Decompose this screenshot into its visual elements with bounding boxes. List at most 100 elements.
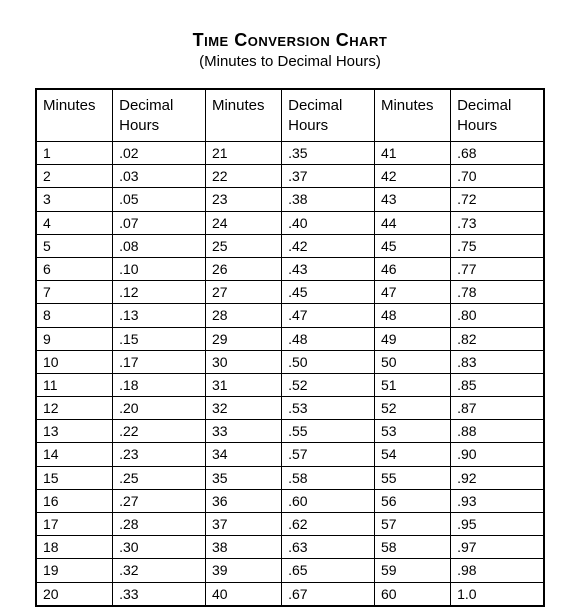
table-cell: .83 bbox=[451, 350, 544, 373]
table-cell: 23 bbox=[205, 188, 281, 211]
table-cell: .90 bbox=[451, 443, 544, 466]
table-cell: .98 bbox=[451, 559, 544, 582]
table-cell: .43 bbox=[282, 257, 375, 280]
table-cell: 40 bbox=[205, 582, 281, 605]
col-header-minutes: Minutes bbox=[374, 90, 450, 142]
table-cell: .68 bbox=[451, 142, 544, 165]
table-cell: 11 bbox=[37, 373, 113, 396]
table-cell: .45 bbox=[282, 281, 375, 304]
table-cell: 17 bbox=[37, 513, 113, 536]
table-cell: .15 bbox=[113, 327, 206, 350]
table-cell: 58 bbox=[374, 536, 450, 559]
conversion-table-wrap: Minutes Decimal Hours Minutes Decimal Ho… bbox=[35, 88, 545, 607]
table-cell: 26 bbox=[205, 257, 281, 280]
table-cell: 29 bbox=[205, 327, 281, 350]
table-cell: .08 bbox=[113, 234, 206, 257]
table-cell: 31 bbox=[205, 373, 281, 396]
table-row: 1.0221.3541.68 bbox=[37, 142, 544, 165]
table-row: 7.1227.4547.78 bbox=[37, 281, 544, 304]
table-cell: .07 bbox=[113, 211, 206, 234]
table-cell: .72 bbox=[451, 188, 544, 211]
col-header-minutes: Minutes bbox=[37, 90, 113, 142]
table-cell: .20 bbox=[113, 397, 206, 420]
table-cell: 39 bbox=[205, 559, 281, 582]
table-cell: .53 bbox=[282, 397, 375, 420]
table-cell: 34 bbox=[205, 443, 281, 466]
table-cell: 38 bbox=[205, 536, 281, 559]
table-body: 1.0221.3541.682.0322.3742.703.0523.3843.… bbox=[37, 142, 544, 606]
table-cell: 54 bbox=[374, 443, 450, 466]
table-cell: 13 bbox=[37, 420, 113, 443]
table-cell: .92 bbox=[451, 466, 544, 489]
table-cell: 46 bbox=[374, 257, 450, 280]
chart-title: Time Conversion Chart bbox=[35, 30, 545, 51]
table-cell: 53 bbox=[374, 420, 450, 443]
table-row: 11.1831.5251.85 bbox=[37, 373, 544, 396]
table-cell: 20 bbox=[37, 582, 113, 605]
table-cell: .32 bbox=[113, 559, 206, 582]
table-cell: 12 bbox=[37, 397, 113, 420]
table-cell: .95 bbox=[451, 513, 544, 536]
table-cell: 44 bbox=[374, 211, 450, 234]
table-cell: .18 bbox=[113, 373, 206, 396]
table-cell: 3 bbox=[37, 188, 113, 211]
table-cell: .63 bbox=[282, 536, 375, 559]
table-cell: .02 bbox=[113, 142, 206, 165]
col-header-decimal: Decimal Hours bbox=[282, 90, 375, 142]
table-cell: .60 bbox=[282, 489, 375, 512]
table-cell: 22 bbox=[205, 165, 281, 188]
chart-subtitle: (Minutes to Decimal Hours) bbox=[35, 53, 545, 70]
table-cell: .65 bbox=[282, 559, 375, 582]
table-cell: .97 bbox=[451, 536, 544, 559]
table-row: 3.0523.3843.72 bbox=[37, 188, 544, 211]
table-cell: 47 bbox=[374, 281, 450, 304]
table-cell: .35 bbox=[282, 142, 375, 165]
table-cell: .13 bbox=[113, 304, 206, 327]
table-cell: .38 bbox=[282, 188, 375, 211]
table-cell: .30 bbox=[113, 536, 206, 559]
table-cell: .48 bbox=[282, 327, 375, 350]
table-row: 15.2535.5855.92 bbox=[37, 466, 544, 489]
table-cell: 1 bbox=[37, 142, 113, 165]
table-cell: .12 bbox=[113, 281, 206, 304]
table-cell: 45 bbox=[374, 234, 450, 257]
table-cell: .88 bbox=[451, 420, 544, 443]
table-cell: 59 bbox=[374, 559, 450, 582]
table-row: 2.0322.3742.70 bbox=[37, 165, 544, 188]
table-cell: .85 bbox=[451, 373, 544, 396]
table-cell: 28 bbox=[205, 304, 281, 327]
table-cell: 36 bbox=[205, 489, 281, 512]
table-cell: 8 bbox=[37, 304, 113, 327]
table-cell: .52 bbox=[282, 373, 375, 396]
table-cell: .80 bbox=[451, 304, 544, 327]
table-cell: .78 bbox=[451, 281, 544, 304]
table-cell: 25 bbox=[205, 234, 281, 257]
col-header-decimal: Decimal Hours bbox=[451, 90, 544, 142]
table-cell: .73 bbox=[451, 211, 544, 234]
table-cell: 48 bbox=[374, 304, 450, 327]
table-cell: .55 bbox=[282, 420, 375, 443]
table-cell: .05 bbox=[113, 188, 206, 211]
table-row: 17.2837.6257.95 bbox=[37, 513, 544, 536]
table-cell: 1.0 bbox=[451, 582, 544, 605]
table-header-row: Minutes Decimal Hours Minutes Decimal Ho… bbox=[37, 90, 544, 142]
table-cell: 43 bbox=[374, 188, 450, 211]
table-cell: 5 bbox=[37, 234, 113, 257]
table-cell: 4 bbox=[37, 211, 113, 234]
table-cell: 7 bbox=[37, 281, 113, 304]
table-cell: .23 bbox=[113, 443, 206, 466]
table-cell: .87 bbox=[451, 397, 544, 420]
table-cell: 32 bbox=[205, 397, 281, 420]
table-cell: 49 bbox=[374, 327, 450, 350]
table-cell: .17 bbox=[113, 350, 206, 373]
table-cell: .82 bbox=[451, 327, 544, 350]
table-row: 10.1730.5050.83 bbox=[37, 350, 544, 373]
table-cell: 41 bbox=[374, 142, 450, 165]
table-cell: 9 bbox=[37, 327, 113, 350]
table-row: 13.2233.5553.88 bbox=[37, 420, 544, 443]
table-row: 14.2334.5754.90 bbox=[37, 443, 544, 466]
table-cell: 19 bbox=[37, 559, 113, 582]
table-cell: .77 bbox=[451, 257, 544, 280]
table-cell: .58 bbox=[282, 466, 375, 489]
table-cell: 27 bbox=[205, 281, 281, 304]
